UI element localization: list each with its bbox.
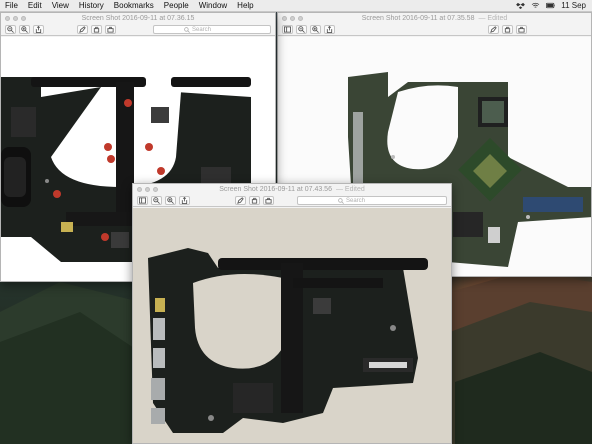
window-titlebar[interactable]: Screen Shot 2016-09-11 at 07.36.15 [1, 13, 275, 24]
share-button[interactable] [324, 25, 335, 34]
toolbox-icon [265, 197, 272, 204]
toolbox-button[interactable] [516, 25, 527, 34]
rotate-icon [93, 26, 100, 33]
zoom-out-button[interactable] [296, 25, 307, 34]
window-3-image [133, 208, 451, 443]
markup-button[interactable] [77, 25, 88, 34]
share-icon [181, 197, 188, 204]
minimize-button[interactable] [290, 16, 295, 21]
window-controls [282, 16, 303, 21]
share-icon [326, 26, 333, 33]
menu-file[interactable]: File [0, 1, 23, 10]
search-field[interactable]: Search [153, 25, 271, 34]
zoom-out-button[interactable] [5, 25, 16, 34]
menu-view[interactable]: View [47, 1, 74, 10]
battery-icon[interactable] [546, 2, 555, 9]
markup-button[interactable] [235, 196, 246, 205]
menu-edit[interactable]: Edit [23, 1, 47, 10]
toolbox-icon [518, 26, 525, 33]
rotate-icon [504, 26, 511, 33]
zoom-out-icon [298, 26, 305, 33]
share-icon [35, 26, 42, 33]
window-title: Screen Shot 2016-09-11 at 07.36.15 [81, 15, 195, 22]
window-titlebar[interactable]: Screen Shot 2016-09-11 at 07.43.56 — Edi… [133, 184, 451, 195]
sidebar-icon [284, 26, 291, 33]
rotate-button[interactable] [502, 25, 513, 34]
share-button[interactable] [179, 196, 190, 205]
menu-window[interactable]: Window [194, 1, 232, 10]
close-button[interactable] [282, 16, 287, 21]
window-controls [137, 187, 158, 192]
logic-board-photo [148, 248, 428, 433]
rotate-button[interactable] [91, 25, 102, 34]
window-title: Screen Shot 2016-09-11 at 07.43.56 [219, 186, 332, 193]
toolbox-button[interactable] [263, 196, 274, 205]
sidebar-button[interactable] [282, 25, 293, 34]
sidebar-icon [139, 197, 146, 204]
close-button[interactable] [5, 16, 10, 21]
window-toolbar: Search [1, 24, 275, 36]
zoom-button[interactable] [298, 16, 303, 21]
window-title: Screen Shot 2016-09-11 at 07.35.58 [361, 15, 475, 22]
zoom-in-icon [312, 26, 319, 33]
zoom-in-button[interactable] [310, 25, 321, 34]
window-toolbar [278, 24, 591, 36]
window-toolbar: Search [133, 195, 451, 207]
menu-people[interactable]: People [159, 1, 194, 10]
markup-button[interactable] [488, 25, 499, 34]
zoom-out-icon [7, 26, 14, 33]
zoom-button[interactable] [153, 187, 158, 192]
minimize-button[interactable] [145, 187, 150, 192]
pen-icon [490, 26, 497, 33]
edited-indicator: — Edited [478, 15, 508, 22]
menu-history[interactable]: History [74, 1, 109, 10]
rotate-button[interactable] [249, 196, 260, 205]
zoom-in-icon [167, 197, 174, 204]
window-controls [5, 16, 26, 21]
toolbox-icon [107, 26, 114, 33]
toolbox-button[interactable] [105, 25, 116, 34]
menubar-date: 11 Sep [561, 1, 586, 10]
close-button[interactable] [137, 187, 142, 192]
wifi-icon[interactable] [531, 2, 540, 9]
zoom-in-button[interactable] [19, 25, 30, 34]
zoom-out-icon [153, 197, 160, 204]
zoom-in-button[interactable] [165, 196, 176, 205]
search-field[interactable]: Search [297, 196, 447, 205]
zoom-button[interactable] [21, 16, 26, 21]
search-icon [338, 197, 344, 204]
dropbox-icon[interactable] [516, 2, 526, 9]
pen-icon [79, 26, 86, 33]
sidebar-button[interactable] [137, 196, 148, 205]
menu-help[interactable]: Help [232, 1, 258, 10]
menu-bar: File Edit View History Bookmarks People … [0, 0, 592, 12]
zoom-in-icon [21, 26, 28, 33]
pen-icon [237, 197, 244, 204]
preview-window-3: Screen Shot 2016-09-11 at 07.43.56 — Edi… [132, 183, 452, 444]
window-titlebar[interactable]: Screen Shot 2016-09-11 at 07.35.58 — Edi… [278, 13, 591, 24]
share-button[interactable] [33, 25, 44, 34]
rotate-icon [251, 197, 258, 204]
minimize-button[interactable] [13, 16, 18, 21]
edited-indicator: — Edited [335, 186, 365, 193]
search-placeholder: Search [192, 26, 212, 33]
menu-bookmarks[interactable]: Bookmarks [109, 1, 159, 10]
zoom-out-button[interactable] [151, 196, 162, 205]
status-area: 11 Sep [516, 1, 592, 10]
search-placeholder: Search [346, 197, 366, 204]
search-icon [184, 26, 190, 33]
